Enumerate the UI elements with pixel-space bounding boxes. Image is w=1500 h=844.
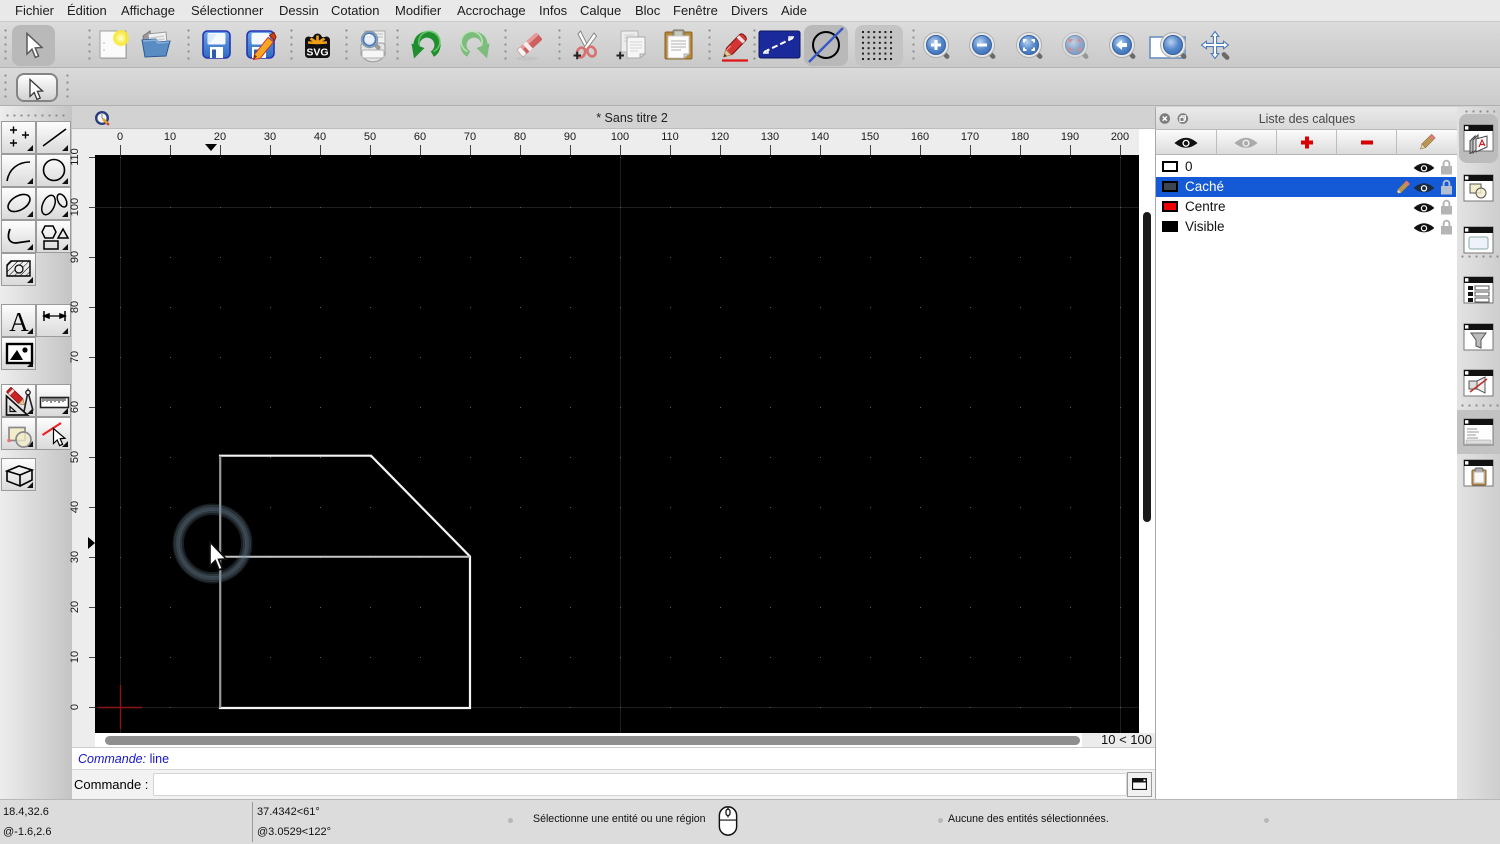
svg-text:SVG: SVG (306, 47, 328, 59)
svg-text:A: A (9, 307, 29, 337)
